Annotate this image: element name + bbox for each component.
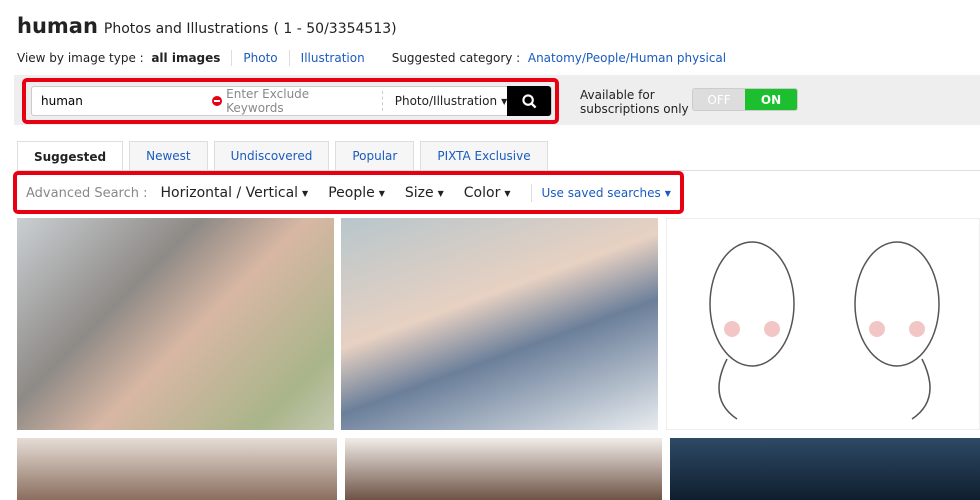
tab-pixta-exclusive[interactable]: PIXTA Exclusive [420, 141, 548, 170]
filter-photo[interactable]: Photo [243, 51, 277, 65]
subscription-toggle[interactable]: OFF ON [692, 88, 798, 111]
caret-down-icon: ▼ [378, 188, 385, 198]
caret-down-icon: ▼ [437, 188, 444, 198]
subscription-label-line1: Available for [580, 88, 655, 102]
caret-down-icon: ▼ [504, 188, 511, 198]
filter-color[interactable]: Color ▼ [464, 185, 511, 201]
filter-illustration[interactable]: Illustration [301, 51, 365, 65]
advanced-search-label: Advanced Search : [26, 185, 148, 201]
result-image-row2-2[interactable] [345, 438, 662, 500]
tab-suggested[interactable]: Suggested [17, 141, 124, 172]
toggle-off[interactable]: OFF [693, 89, 745, 110]
filter-color-label: Color [463, 185, 501, 201]
minus-circle-icon [212, 96, 223, 106]
filter-people[interactable]: People ▼ [328, 185, 385, 201]
exclude-placeholder: Enter Exclude Keywords [226, 87, 310, 115]
image-type-row: View by image type : all images Photo Il… [17, 50, 726, 66]
title-subtitle: Photos and Illustrations [103, 21, 269, 37]
result-image-group-friends[interactable] [341, 218, 658, 430]
tab-popular[interactable]: Popular [335, 141, 415, 170]
caret-down-icon: ▼ [302, 188, 309, 198]
face-illustration-icon [709, 241, 940, 420]
type-select[interactable]: Photo/Illustration ▼ [381, 91, 507, 111]
page-title: human Photos and Illustrations ( 1 - 50/3… [17, 14, 397, 38]
toggle-on[interactable]: ON [745, 89, 797, 110]
saved-searches-label: Use saved searches [541, 186, 661, 200]
result-image-row2-1[interactable] [17, 438, 337, 500]
search-button[interactable] [507, 86, 552, 116]
subscription-label-line2: subscriptions only [580, 102, 689, 116]
result-count: ( 1 - 50/3354513) [273, 21, 397, 37]
result-image-row2-3[interactable] [670, 438, 980, 500]
filter-size-label: Size [404, 185, 434, 201]
filter-orientation-label: Horizontal / Vertical [160, 185, 299, 201]
filter-orientation[interactable]: Horizontal / Vertical ▼ [161, 185, 309, 201]
filter-people-label: People [328, 185, 375, 201]
exclude-keywords-input[interactable]: Enter Exclude Keywords [212, 87, 370, 115]
search-keyword: human [17, 14, 98, 38]
result-image-family-car[interactable] [17, 218, 334, 430]
caret-down-icon: ▼ [664, 189, 671, 198]
result-image-face-illustration[interactable] [666, 218, 980, 430]
sort-tabs: Suggested Newest Undiscovered Popular PI… [17, 141, 554, 172]
subscription-label: Available for subscriptions only [580, 88, 689, 116]
suggested-category-label: Suggested category : [391, 51, 521, 65]
tab-undiscovered[interactable]: Undiscovered [213, 141, 330, 170]
image-type-label: View by image type : [17, 51, 144, 65]
filter-all-images[interactable]: all images [151, 51, 220, 65]
type-select-value: Photo/Illustration [394, 94, 498, 108]
saved-searches-dropdown[interactable]: Use saved searches ▼ [542, 186, 671, 200]
suggested-category-link[interactable]: Anatomy/People/Human physical [528, 51, 726, 65]
keyword-input[interactable] [32, 94, 202, 108]
tab-newest[interactable]: Newest [129, 141, 208, 170]
advanced-search: Advanced Search : Horizontal / Vertical ▼… [26, 184, 671, 202]
search-icon [522, 93, 537, 108]
search-box: Enter Exclude Keywords Photo/Illustratio… [31, 86, 552, 116]
filter-size[interactable]: Size ▼ [405, 185, 444, 201]
